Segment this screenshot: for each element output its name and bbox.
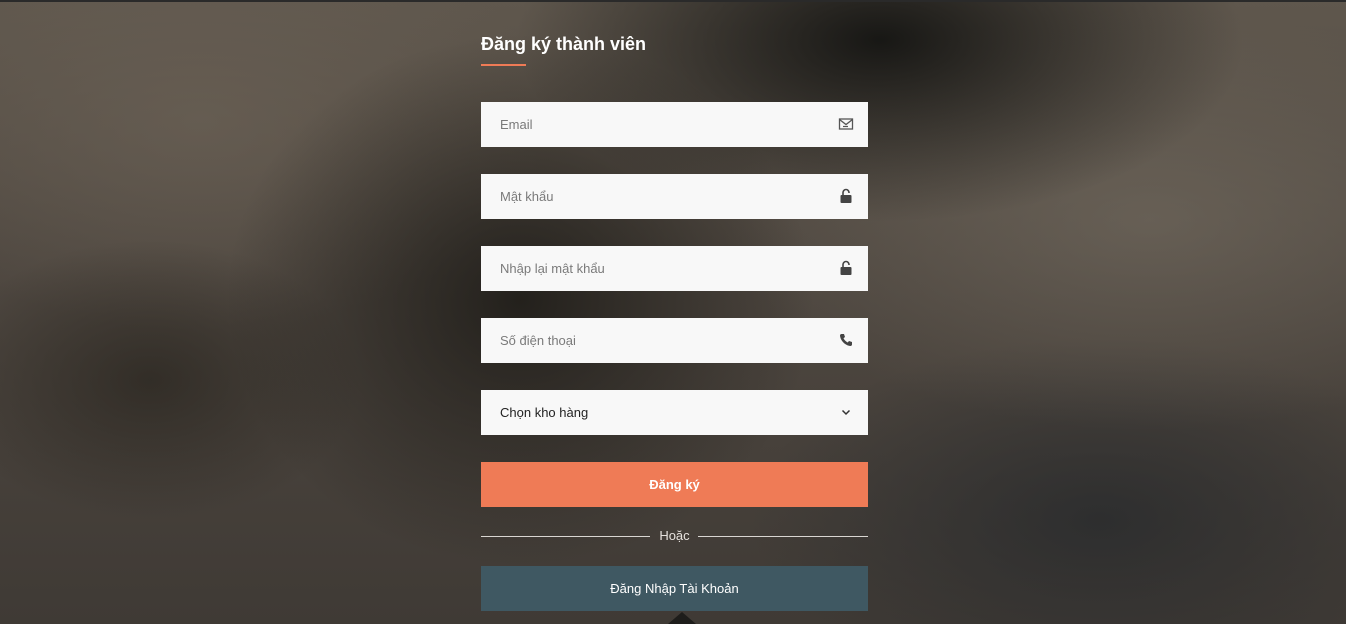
top-border	[0, 0, 1346, 2]
phone-field[interactable]	[481, 318, 820, 363]
confirm-password-field-wrapper	[481, 246, 868, 291]
phone-field-wrapper	[481, 318, 868, 363]
or-divider: Hoặc	[481, 527, 868, 545]
login-account-button[interactable]: Đăng Nhập Tài Khoản	[481, 566, 868, 611]
warehouse-select-value: Chọn kho hàng	[500, 405, 589, 420]
confirm-password-field[interactable]	[481, 246, 820, 291]
register-button[interactable]: Đăng ký	[481, 462, 868, 507]
email-field[interactable]	[481, 102, 820, 147]
unlock-icon	[838, 188, 854, 204]
page-title: Đăng ký thành viên	[481, 34, 647, 54]
phone-icon	[838, 332, 854, 348]
unlock-icon	[838, 260, 854, 276]
warehouse-select[interactable]: Chọn kho hàng	[481, 390, 868, 435]
password-field-wrapper	[481, 174, 868, 219]
mail-icon	[838, 116, 854, 132]
password-field[interactable]	[481, 174, 820, 219]
page-background: Đăng ký thành viên Email Số điện thoại C…	[0, 0, 1346, 624]
divider-line-right	[698, 536, 868, 537]
background-peak	[668, 612, 696, 624]
title-underline	[481, 64, 526, 66]
chevron-down-icon	[838, 404, 854, 420]
email-field-wrapper	[481, 102, 868, 147]
